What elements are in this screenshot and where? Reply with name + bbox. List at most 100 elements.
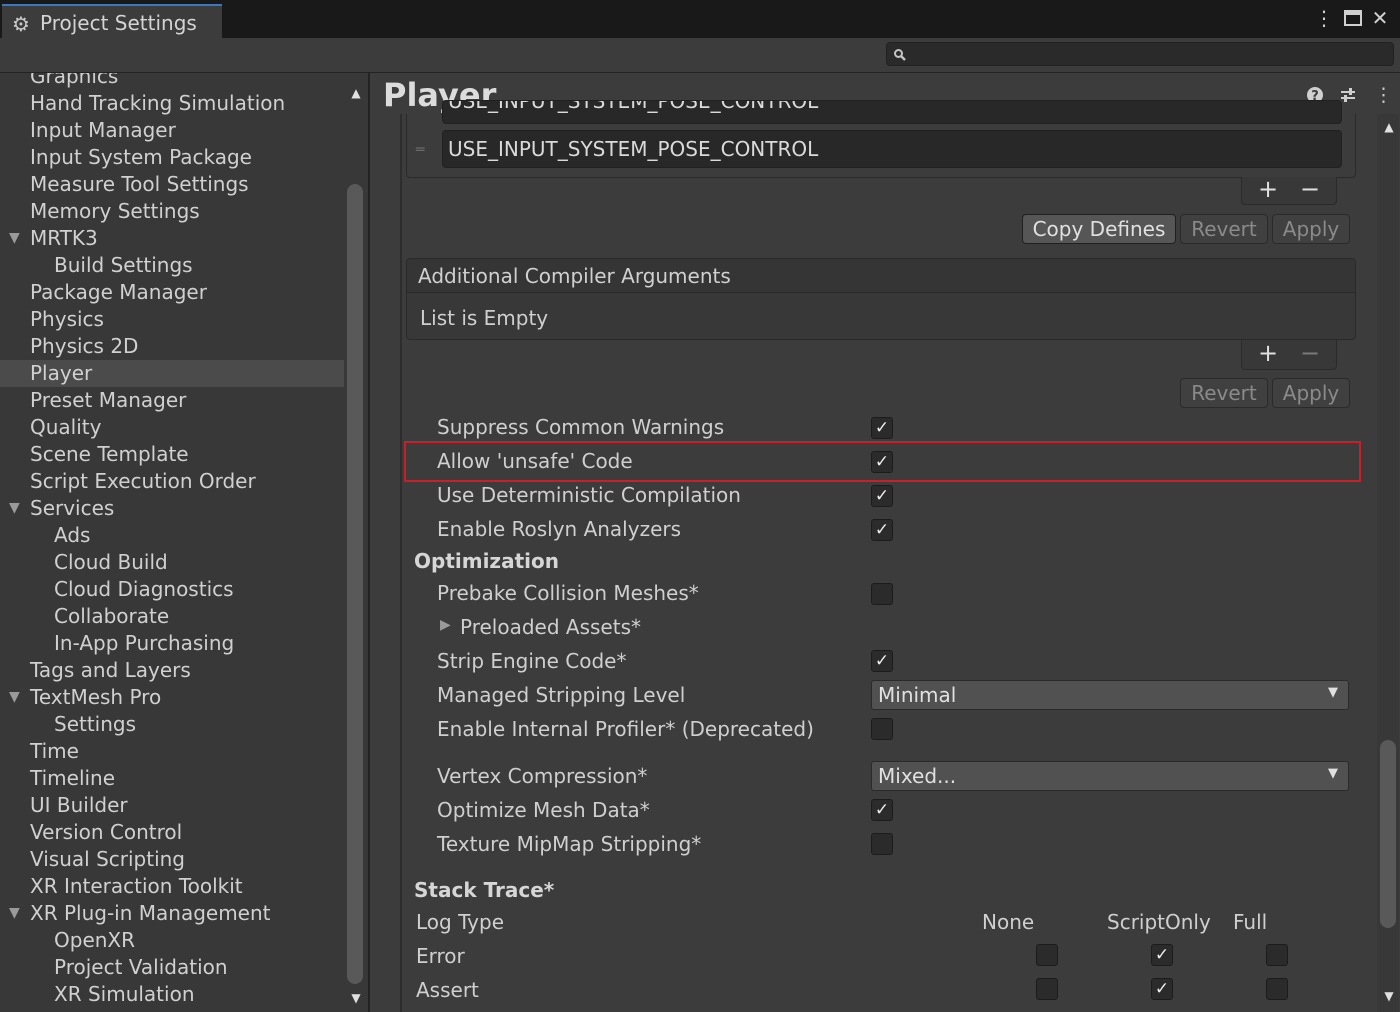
expand-arrow-icon[interactable]: ▼ [9,225,20,252]
sidebar-item[interactable]: ▼ Services [0,495,344,522]
prebake-collision-checkbox[interactable] [871,583,893,605]
internal-profiler-label: Enable Internal Profiler* (Deprecated) [437,717,814,741]
revert-defines-button[interactable]: Revert [1180,214,1268,244]
sidebar-item[interactable]: Memory Settings [0,198,344,225]
more-icon[interactable]: ⋮ [1374,84,1393,106]
sidebar-item[interactable]: Ads [0,522,344,549]
sidebar-item[interactable]: Physics 2D [0,333,344,360]
close-icon[interactable]: ✕ [1368,6,1392,30]
remove-argument-button[interactable]: − [1290,339,1330,367]
sidebar-item[interactable]: Version Control [0,819,344,846]
sidebar-item-label: Scene Template [30,442,189,466]
sidebar-item[interactable]: ▼ XR Plug-in Management [0,900,344,927]
sidebar-item[interactable]: Time [0,738,344,765]
sidebar-item[interactable]: Measure Tool Settings [0,171,344,198]
more-options-icon[interactable]: ⋮ [1312,6,1336,30]
maximize-icon[interactable] [1341,6,1365,30]
sidebar-item[interactable]: Cloud Build [0,549,344,576]
sidebar-item-label: Cloud Diagnostics [54,577,234,601]
sidebar-item[interactable]: Build Settings [0,252,344,279]
sidebar-item[interactable]: ▼ TextMesh Pro [0,684,344,711]
sidebar-item[interactable]: Collaborate [0,603,344,630]
sidebar-item[interactable]: OpenXR [0,927,344,954]
expand-arrow-icon[interactable]: ▼ [9,684,20,711]
sidebar-item-label: Package Manager [30,280,207,304]
sidebar-item[interactable]: Cloud Diagnostics [0,576,344,603]
sidebar-item-label: Cloud Build [54,550,168,574]
error-scriptonly-checkbox[interactable]: ✓ [1151,944,1173,966]
deterministic-compilation-label: Use Deterministic Compilation [437,483,741,507]
sidebar-item[interactable]: Script Execution Order [0,468,344,495]
sidebar-item[interactable]: Timeline [0,765,344,792]
internal-profiler-checkbox[interactable] [871,718,893,740]
assert-full-checkbox[interactable] [1266,978,1288,1000]
define-entry[interactable]: USE_INPUT_SYSTEM_POSE_CONTROL [442,100,1342,124]
preloaded-assets-foldout[interactable]: Preloaded Assets* [460,615,641,639]
assert-none-checkbox[interactable] [1036,978,1058,1000]
sidebar-item[interactable]: Quality [0,414,344,441]
optimize-mesh-checkbox[interactable]: ✓ [871,799,893,821]
sidebar-item-label: Version Control [30,820,183,844]
sidebar-item[interactable]: Physics [0,306,344,333]
sidebar-item[interactable]: UI Builder [0,792,344,819]
sidebar-item-label: Visual Scripting [30,847,185,871]
sidebar-item[interactable]: Tags and Layers [0,657,344,684]
sidebar-item-label: Ads [54,523,91,547]
deterministic-compilation-checkbox[interactable]: ✓ [871,485,893,507]
scroll-down-arrow-icon[interactable]: ▼ [1381,989,1397,1003]
search-field[interactable] [886,42,1394,66]
compiler-args-header: Additional Compiler Arguments [418,264,731,288]
copy-defines-button[interactable]: Copy Defines [1022,214,1176,244]
suppress-warnings-label: Suppress Common Warnings [437,415,725,439]
vertex-compression-dropdown[interactable]: Mixed... ▼ [871,761,1349,791]
sidebar-item-label: Measure Tool Settings [30,172,249,196]
prebake-collision-label: Prebake Collision Meshes* [437,581,699,605]
sidebar-item[interactable]: XR Interaction Toolkit [0,873,344,900]
apply-defines-button[interactable]: Apply [1272,214,1350,244]
error-full-checkbox[interactable] [1266,944,1288,966]
expand-arrow-icon[interactable]: ▼ [9,495,20,522]
sidebar-item[interactable]: Input Manager [0,117,344,144]
remove-define-button[interactable]: − [1290,175,1330,203]
stack-trace-header: Stack Trace* [414,878,555,902]
define-entry[interactable]: USE_INPUT_SYSTEM_POSE_CONTROL [442,130,1342,168]
sidebar-item[interactable]: Preset Manager [0,387,344,414]
sidebar-scroll-thumb[interactable] [347,184,363,984]
sidebar-item[interactable]: Project Validation [0,954,344,981]
define-entry-text: USE_INPUT_SYSTEM_POSE_CONTROL [448,100,819,113]
sidebar-item[interactable]: XR Simulation [0,981,344,1008]
expand-arrow-icon[interactable]: ▶ [440,617,451,633]
sidebar-item[interactable]: In-App Purchasing [0,630,344,657]
sidebar-item[interactable]: Package Manager [0,279,344,306]
revert-arguments-button[interactable]: Revert [1180,378,1268,408]
sidebar-item-label: XR Interaction Toolkit [30,874,243,898]
main-scroll-thumb[interactable] [1380,740,1396,928]
scroll-down-arrow-icon[interactable]: ▼ [348,991,364,1005]
sidebar-item[interactable]: Hand Tracking Simulation [0,90,344,117]
sidebar-item[interactable]: Graphics [0,73,344,90]
sidebar-item[interactable]: Player [0,360,344,387]
apply-arguments-button[interactable]: Apply [1272,378,1350,408]
scroll-up-arrow-icon[interactable]: ▲ [1381,120,1397,134]
project-settings-tab[interactable]: ⚙ Project Settings [2,4,222,38]
roslyn-analyzers-checkbox[interactable]: ✓ [871,519,893,541]
sidebar-item[interactable]: Scene Template [0,441,344,468]
error-none-checkbox[interactable] [1036,944,1058,966]
scroll-up-arrow-icon[interactable]: ▲ [348,86,364,100]
mipmap-stripping-checkbox[interactable] [871,833,893,855]
suppress-warnings-checkbox[interactable]: ✓ [871,417,893,439]
add-argument-button[interactable]: + [1248,339,1288,367]
expand-arrow-icon[interactable]: ▼ [9,900,20,927]
add-define-button[interactable]: + [1248,175,1288,203]
optimization-header: Optimization [414,549,559,573]
stripping-level-dropdown[interactable]: Minimal ▼ [871,680,1349,710]
search-icon [893,44,907,66]
sidebar-item[interactable]: ▼ MRTK3 [0,225,344,252]
sidebar-item[interactable]: Settings [0,711,344,738]
sidebar-item[interactable]: Input System Package [0,144,344,171]
drag-handle-icon[interactable]: ═ [416,142,424,158]
assert-scriptonly-checkbox[interactable]: ✓ [1151,978,1173,1000]
sidebar-item[interactable]: Visual Scripting [0,846,344,873]
sidebar-item-label: UI Builder [30,793,128,817]
strip-engine-code-checkbox[interactable]: ✓ [871,650,893,672]
